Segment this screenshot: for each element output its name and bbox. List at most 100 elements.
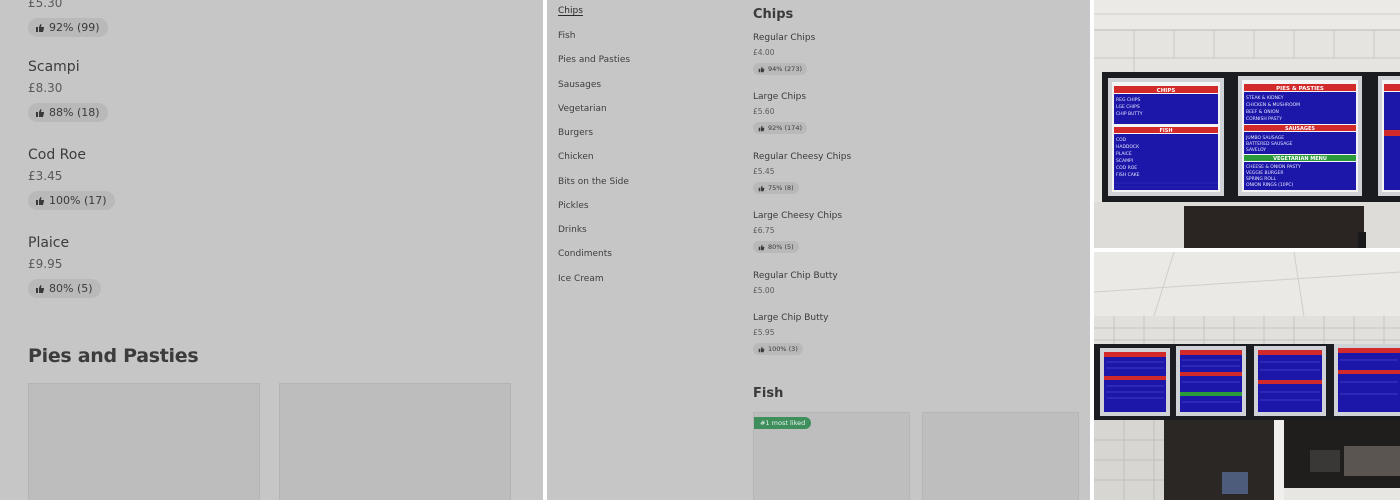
thumbs-up-icon [36,196,44,205]
rating-pill: 80% (5) [28,279,101,298]
board-line: JUMBO SAUSAGE [1245,135,1284,141]
item-name: Large Chips [753,92,807,102]
thumbs-up-icon [758,185,765,191]
nav-item-chicken[interactable]: Chicken [558,152,594,162]
menu-item-regular-chip-butty[interactable]: Regular Chip Butty £5.00 [753,271,838,295]
item-name: Regular Chip Butty [753,271,838,281]
board-line: CORNISH PASTY [1246,116,1282,122]
item-name: Regular Chips [753,33,816,43]
item-name: Large Chip Butty [753,313,829,323]
menu-item-large-chips[interactable]: Large Chips £5.60 92% (174) [753,92,807,137]
board-line: LGE CHIPS [1116,104,1140,110]
board-line: COD [1116,137,1127,143]
thumbs-up-icon [36,108,44,117]
rating-text: 92% (99) [49,21,100,34]
rating-pill: 100% (17) [28,191,115,210]
rating-pill: 92% (99) [28,18,108,37]
board-line: CHIP BUTTY [1116,111,1143,117]
item-price: £5.30 [28,0,63,10]
board-line: SAVELOY [1246,147,1266,153]
rating-text: 100% (17) [49,194,107,207]
rating-text: 92% (174) [768,124,802,132]
rating-pill: 75% (8) [753,182,799,194]
item-price: £6.75 [753,226,775,235]
counter-photo [1094,252,1400,500]
item-name: Large Cheesy Chips [753,211,843,221]
board-line: VEGGIE BURGER [1246,170,1283,176]
thumbs-up-icon [36,23,44,32]
nav-item-pickles[interactable]: Pickles [558,201,589,211]
item-name: Scampi [28,59,80,75]
rating-text: 94% (273) [768,65,802,73]
product-card[interactable] [28,383,260,500]
rating-text: 88% (18) [49,106,100,119]
board-header: CHIPS [1157,88,1176,94]
section-heading: Chips [753,7,794,22]
menu-board-photo: CHIPS REG CHIPS LGE CHIPS CHIP BUTTY FIS… [1094,0,1400,248]
rating-pill: 88% (18) [28,103,108,122]
most-liked-badge: #1 most liked [754,417,812,429]
item-price: £4.00 [753,48,775,57]
board-line: FISH CAKE [1116,172,1140,178]
item-name: Cod Roe [28,147,86,163]
board-line: STEAK & KIDNEY [1246,95,1284,101]
board-header: SAUSAGES [1285,126,1315,132]
board-line: HADDOCK [1116,144,1140,150]
menu-item-regular-chips[interactable]: Regular Chips £4.00 94% (273) [753,33,815,78]
item-price: £5.60 [753,107,775,116]
shop-photo-menu-boards[interactable]: CHIPS REG CHIPS LGE CHIPS CHIP BUTTY FIS… [1094,0,1400,248]
nav-item-condiments[interactable]: Condiments [558,249,612,259]
section-heading: Pies and Pasties [28,345,199,367]
item-price: £9.95 [28,257,63,271]
rating-pill: 92% (174) [753,122,807,134]
item-price: £5.45 [753,167,775,176]
menu-panel-middle: Chips Fish Pies and Pasties Sausages Veg… [547,0,1090,500]
nav-item-vegetarian[interactable]: Vegetarian [558,104,607,114]
thumbs-up-icon [758,66,765,72]
menu-item-scampi[interactable]: Scampi £8.30 88% (18) [28,59,108,123]
nav-item-pies-and-pasties[interactable]: Pies and Pasties [558,55,630,65]
item-name: Plaice [28,235,70,251]
rating-text: 100% (3) [768,345,798,353]
menu-item-plaice[interactable]: Plaice £9.95 80% (5) [28,235,101,299]
rating-pill: 100% (3) [753,343,803,355]
nav-item-fish[interactable]: Fish [558,31,575,41]
thumbs-up-icon [758,346,765,352]
thumbs-up-icon [36,284,44,293]
screenshot-collage: £5.30 92% (99) Scampi £8.30 88% (18) Cod… [0,0,1400,500]
nav-item-sausages[interactable]: Sausages [558,80,601,90]
product-card[interactable] [922,412,1079,500]
board-header: PIES & PASTIES [1276,86,1324,92]
nav-item-chips[interactable]: Chips [558,6,583,16]
rating-text: 75% (8) [768,184,794,192]
section-heading: Fish [753,386,784,401]
board-line: BEEF & ONION [1246,109,1279,115]
menu-item-regular-cheesy-chips[interactable]: Regular Cheesy Chips £5.45 75% (8) [753,152,851,197]
board-line: REG CHIPS [1116,97,1140,103]
item-price: £5.95 [753,328,775,337]
nav-item-ice-cream[interactable]: Ice Cream [558,274,604,284]
thumbs-up-icon [758,244,765,250]
nav-item-burgers[interactable]: Burgers [558,128,593,138]
board-line: CHEESE & ONION PASTY [1246,164,1301,170]
product-card[interactable]: #1 most liked [753,412,910,500]
nav-item-drinks[interactable]: Drinks [558,225,587,235]
board-line: SCAMPI [1116,158,1133,164]
board-line: SPRING ROLL [1246,176,1276,182]
board-header: FISH [1159,128,1172,134]
product-card[interactable] [279,383,511,500]
rating-text: 80% (5) [49,282,93,295]
rating-pill: 94% (273) [753,63,807,75]
shop-photo-counter[interactable] [1094,252,1400,500]
menu-item-partial[interactable]: £5.30 92% (99) [28,0,108,38]
board-line: BATTERED SAUSAGE [1246,141,1293,147]
item-price: £5.00 [753,286,775,295]
menu-item-cod-roe[interactable]: Cod Roe £3.45 100% (17) [28,147,115,211]
nav-item-bits-on-the-side[interactable]: Bits on the Side [558,177,629,187]
rating-text: 80% (5) [768,243,794,251]
item-price: £8.30 [28,81,63,95]
item-price: £3.45 [28,169,63,183]
board-line: CHICKEN & MUSHROOM [1246,102,1300,108]
menu-item-large-chip-butty[interactable]: Large Chip Butty £5.95 100% (3) [753,313,829,358]
menu-item-large-cheesy-chips[interactable]: Large Cheesy Chips £6.75 80% (5) [753,211,842,256]
